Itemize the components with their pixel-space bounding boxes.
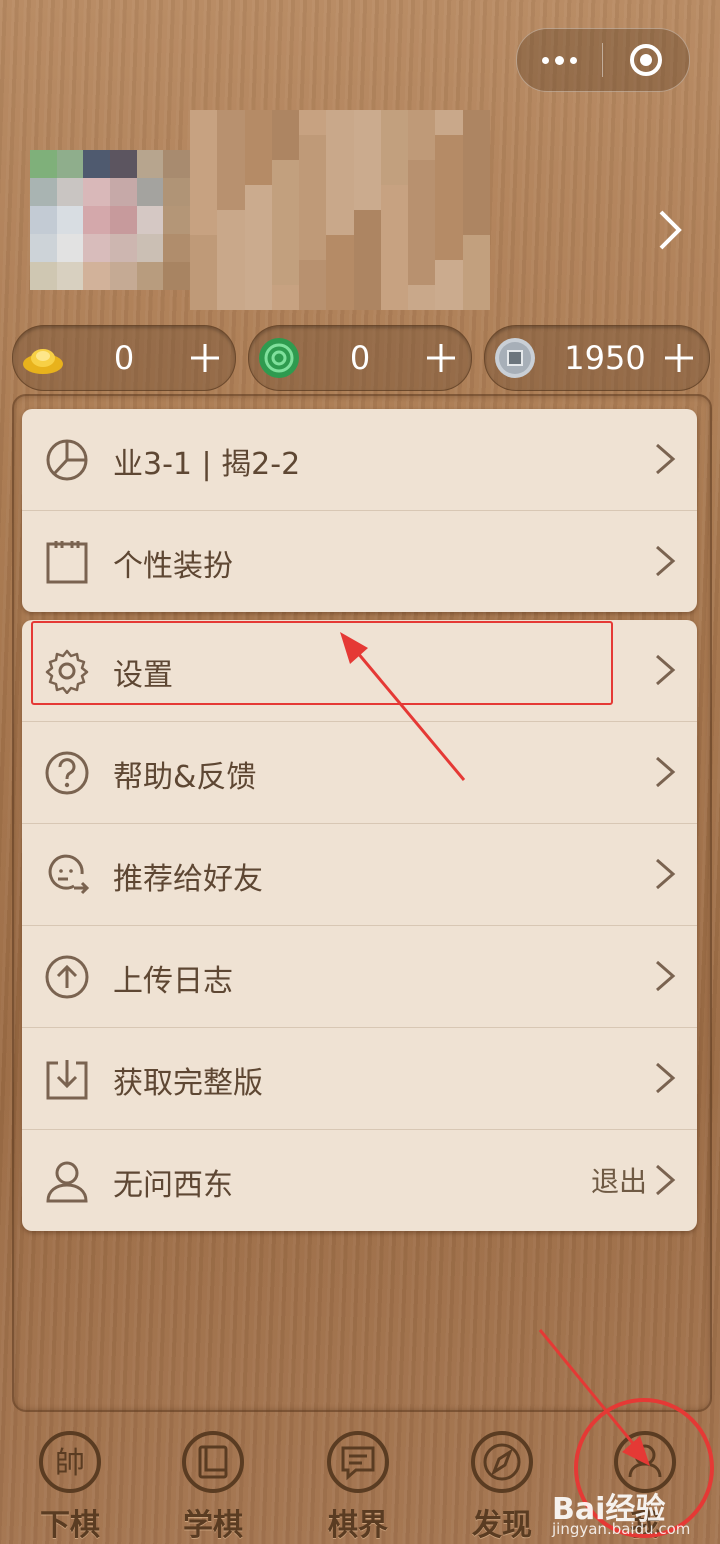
annotation-arrow-settings (340, 632, 466, 781)
annotation-arrow-me-tab (538, 1329, 650, 1466)
annotation-overlay (340, 632, 714, 1538)
watermark-url: jingyan.baidu.com (552, 1520, 691, 1538)
